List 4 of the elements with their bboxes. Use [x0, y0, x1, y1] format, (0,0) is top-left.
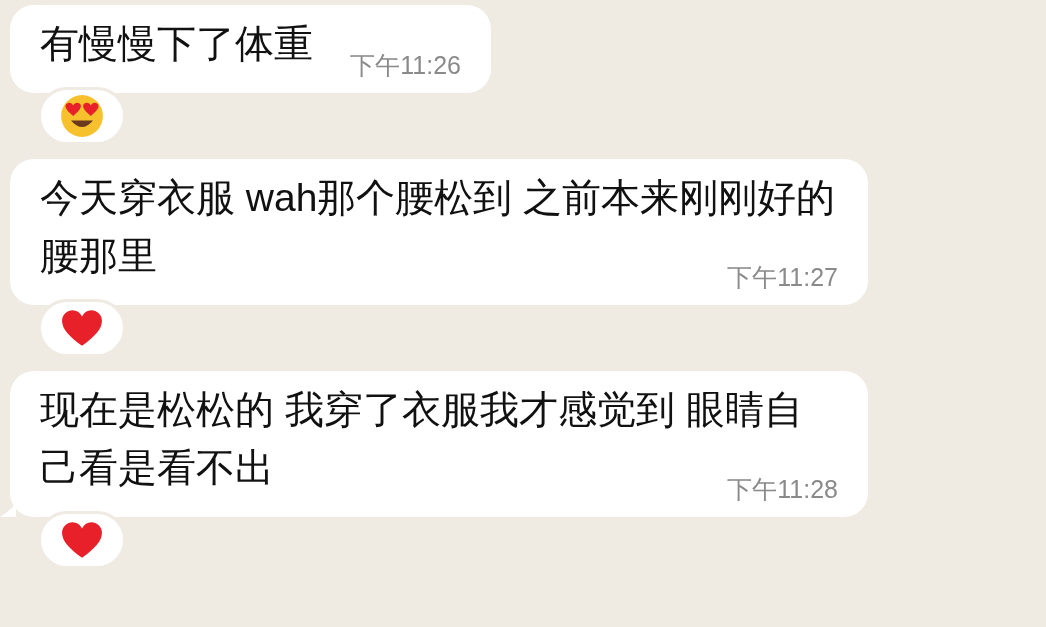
message-time: 下午11:26: [350, 51, 461, 79]
message-time: 下午11:28: [727, 475, 838, 503]
message-time: 下午11:27: [727, 263, 838, 291]
message-text: 有慢慢下了体重: [40, 22, 313, 65]
